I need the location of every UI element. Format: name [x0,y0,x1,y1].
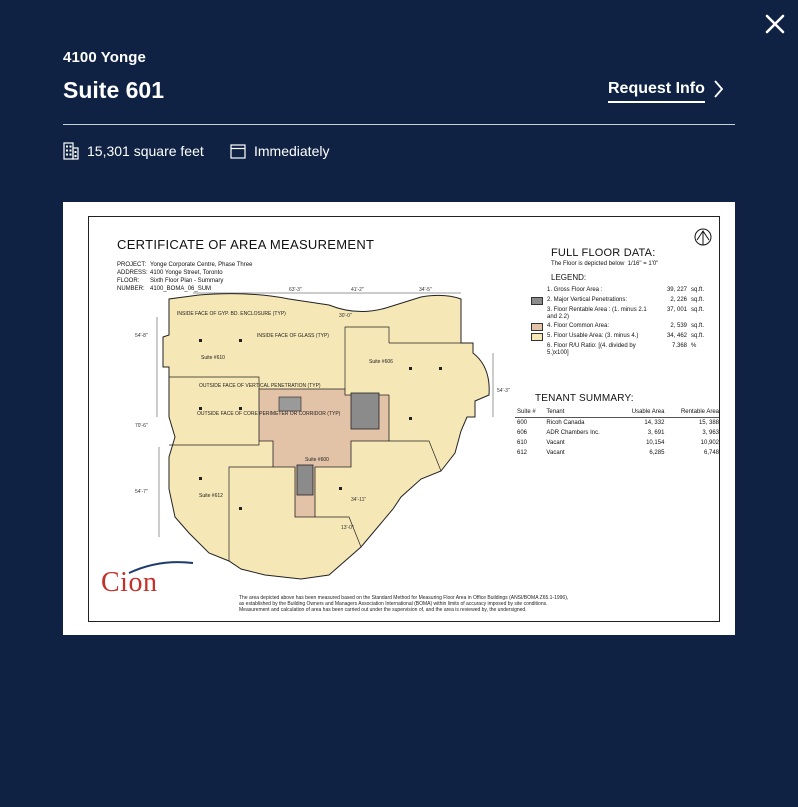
calendar-icon [230,144,246,159]
suite-612-label: Suite #612 [199,493,223,499]
close-icon [765,14,785,34]
suite-610-label: Suite #610 [201,355,225,361]
availability-meta: Immediately [230,141,329,161]
floor-plan-image[interactable]: CERTIFICATE OF AREA MEASUREMENT PROJECT:… [63,202,735,635]
dimension-label: 70'-6" [135,423,148,429]
dimension-label: 54'-3" [497,388,510,394]
certification-footnote: The area depicted above has been measure… [239,595,569,613]
room-label-inside-glass: INSIDE FACE OF GLASS (TYP) [257,333,329,339]
room-label-outside-vertical: OUTSIDE FACE OF VERTICAL PENETRATION (TY… [199,383,321,389]
close-button[interactable] [764,13,786,35]
suite-title: Suite 601 [63,77,164,103]
header-divider [63,124,735,125]
vertical-penetration [296,464,314,496]
area-text: 15,301 square feet [87,143,204,159]
suite-600-label: Suite #600 [305,457,329,463]
cion-logo-text: Cion [101,567,158,598]
availability-text: Immediately [254,143,330,159]
dimension-label: 13'-0" [341,525,354,531]
request-info-label: Request Info [608,80,705,103]
vertical-penetration [350,392,380,430]
area-meta: 15,301 square feet [63,141,204,161]
room-label-inside-gyp: INSIDE FACE OF GYP. BD. ENCLOSURE (TYP) [177,311,286,317]
dimension-label: 63'-3" [289,287,302,293]
dimension-label: 34'-11" [351,497,366,503]
dimension-label: 54'-8" [135,333,148,339]
suite-606-label: Suite #606 [369,359,393,365]
building-name: 4100 Yonge [63,49,146,66]
floor-plan-sheet: CERTIFICATE OF AREA MEASUREMENT PROJECT:… [88,216,720,622]
room-label-outside-core: OUTSIDE FACE OF CORE PERIMETER OR CORRID… [197,411,341,417]
cion-logo: Cion [101,567,157,599]
floor-plan-drawing: Suite #610 Suite #606 Suite #600 Suite #… [128,287,510,580]
chevron-right-icon [714,80,723,98]
dimension-label: 54'-7" [135,489,148,495]
dimension-label: 30'-0" [339,313,352,319]
dimension-label: 34'-5" [419,287,432,293]
building-icon [63,142,79,160]
dimension-label: 41'-2" [351,287,364,293]
request-info-link[interactable]: Request Info [608,80,723,106]
vertical-penetration [278,396,302,412]
